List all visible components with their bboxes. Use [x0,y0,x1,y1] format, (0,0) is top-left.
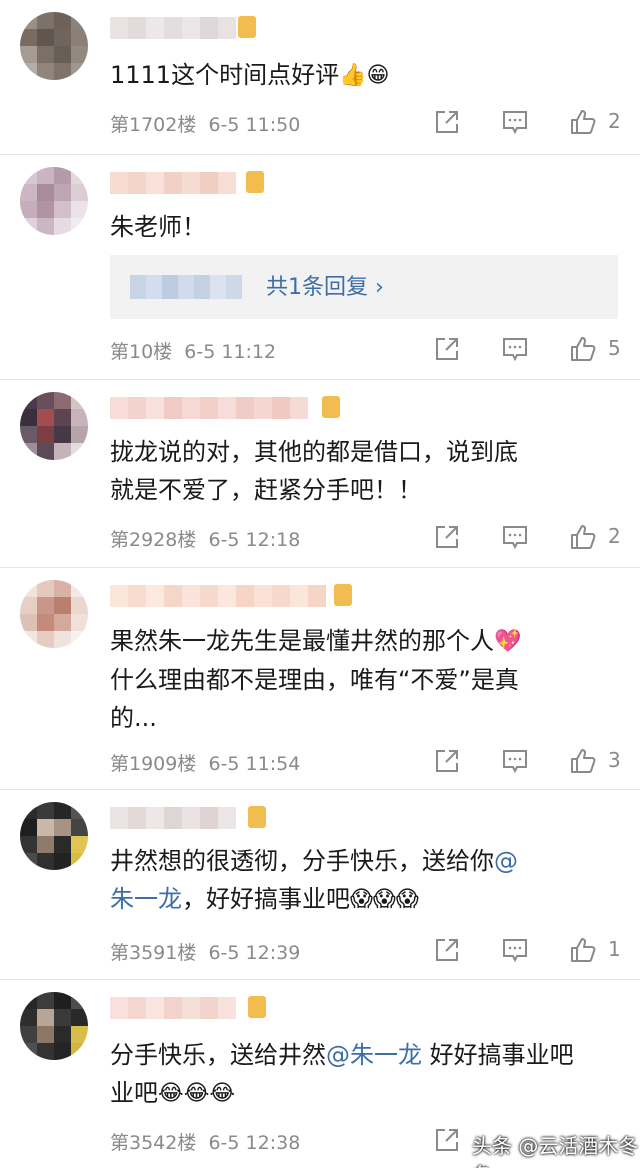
sparkling-heart-emoji: 💖 [494,629,522,654]
comment-meta: 第1909楼 6-5 11:54 [110,749,300,776]
vip-badge-icon [322,396,340,418]
thumbs-up-icon[interactable] [566,105,600,139]
thumbs-up-icon[interactable] [566,744,600,778]
floor-label: 第10楼 [110,341,173,363]
share-icon[interactable] [430,520,464,554]
comment-actions: 5 [430,332,630,366]
vip-badge-icon [248,996,266,1018]
username-blurred[interactable] [110,16,236,40]
grin-emoji: 😁 [366,63,390,88]
timestamp: 6-5 11:12 [184,341,277,363]
mention-link[interactable]: 朱一龙 [110,885,182,913]
like-count: 1 [608,937,621,961]
mention-link[interactable]: @ [494,847,518,875]
avatar[interactable] [20,992,88,1060]
floor-label: 第1909楼 [110,753,197,775]
share-icon[interactable] [430,744,464,778]
avatar[interactable] [20,392,88,460]
view-replies-link[interactable]: 共1条回复 › [266,269,384,301]
comment-text: 1111这个时间点好评👍😁 [110,56,610,95]
vip-badge-icon [246,171,264,193]
comment-item: 拢龙说的对，其他的都是借口，说到底 就是不爱了，赶紧分手吧！！ 第2928楼 6… [0,380,640,568]
timestamp: 6-5 12:18 [208,529,301,551]
avatar[interactable] [20,12,88,80]
comment-meta: 第2928楼 6-5 12:18 [110,525,300,552]
avatar[interactable] [20,167,88,235]
comment-actions: 1 [430,933,630,967]
timestamp: 6-5 11:50 [208,114,301,136]
timestamp: 6-5 12:38 [208,1132,301,1154]
comment-icon[interactable] [498,105,532,139]
timestamp: 6-5 11:54 [208,753,301,775]
reply-preview[interactable]: 共1条回复 › [110,255,618,319]
like-count: 2 [608,524,621,548]
comment-icon[interactable] [498,933,532,967]
comment-text: 拢龙说的对，其他的都是借口，说到底 就是不爱了，赶紧分手吧！！ [110,438,518,504]
floor-label: 第3591楼 [110,942,197,964]
thumbs-up-emoji: 👍 [339,63,367,88]
comment-item: 井然想的很透彻，分手快乐，送给你@ 朱一龙，好好搞事业吧😱😱😱 第3591楼 6… [0,790,640,980]
comment-meta: 第1702楼 6-5 11:50 [110,110,300,137]
like-count: 2 [608,109,621,133]
like-count: 5 [608,336,621,360]
comment-actions: 2 [430,105,630,139]
watermark: 头条 @云活酒木冬冬 [472,1134,639,1168]
mention-link[interactable]: @朱一龙 [326,1041,422,1069]
comment-actions: 2 [430,520,630,554]
avatar[interactable] [20,802,88,870]
username-blurred[interactable] [110,584,326,608]
comment-text: 分手快乐，送给井然@朱一龙 好好搞事业吧 业吧😂😂😂 [110,1036,610,1113]
floor-label: 第2928楼 [110,529,197,551]
comment-text: 井然想的很透彻，分手快乐，送给你@ 朱一龙，好好搞事业吧😱😱😱 [110,842,610,919]
thumbs-up-icon[interactable] [566,933,600,967]
thumbs-up-icon[interactable] [566,332,600,366]
comment-item: 果然朱一龙先生是最懂井然的那个人💖 什么理由都不是理由，唯有“不爱”是真 的..… [0,568,640,790]
comment-actions: 3 [430,744,630,778]
username-blurred[interactable] [110,806,236,830]
joy-emoji: 😂😂😂 [158,1081,236,1106]
like-count: 3 [608,748,621,772]
share-icon[interactable] [430,105,464,139]
share-icon[interactable] [430,1123,464,1157]
comment-icon[interactable] [498,744,532,778]
scream-emoji: 😱😱😱 [350,887,419,912]
floor-label: 第3542楼 [110,1132,197,1154]
timestamp: 6-5 12:39 [208,942,301,964]
comment-item: 朱老师！ 共1条回复 › 第10楼 6-5 11:12 5 [0,155,640,380]
comment-text: 朱老师！ [110,213,206,241]
comment-meta: 第3542楼 6-5 12:38 [110,1128,300,1155]
comment-meta: 第10楼 6-5 11:12 [110,337,276,364]
username-blurred[interactable] [110,996,236,1020]
username-blurred[interactable] [110,171,236,195]
comment-icon[interactable] [498,520,532,554]
vip-badge-icon [238,16,256,38]
thumbs-up-icon[interactable] [566,520,600,554]
share-icon[interactable] [430,332,464,366]
username-blurred[interactable] [110,396,308,420]
share-icon[interactable] [430,933,464,967]
vip-badge-icon [334,584,352,606]
reply-username-blurred [130,275,242,299]
comment-meta: 第3591楼 6-5 12:39 [110,938,300,965]
avatar[interactable] [20,580,88,648]
comment-text: 果然朱一龙先生是最懂井然的那个人💖 什么理由都不是理由，唯有“不爱”是真 的..… [110,622,610,737]
comment-icon[interactable] [498,332,532,366]
floor-label: 第1702楼 [110,114,197,136]
comment-item: 1111这个时间点好评👍😁 第1702楼 6-5 11:50 2 [0,0,640,155]
vip-badge-icon [248,806,266,828]
